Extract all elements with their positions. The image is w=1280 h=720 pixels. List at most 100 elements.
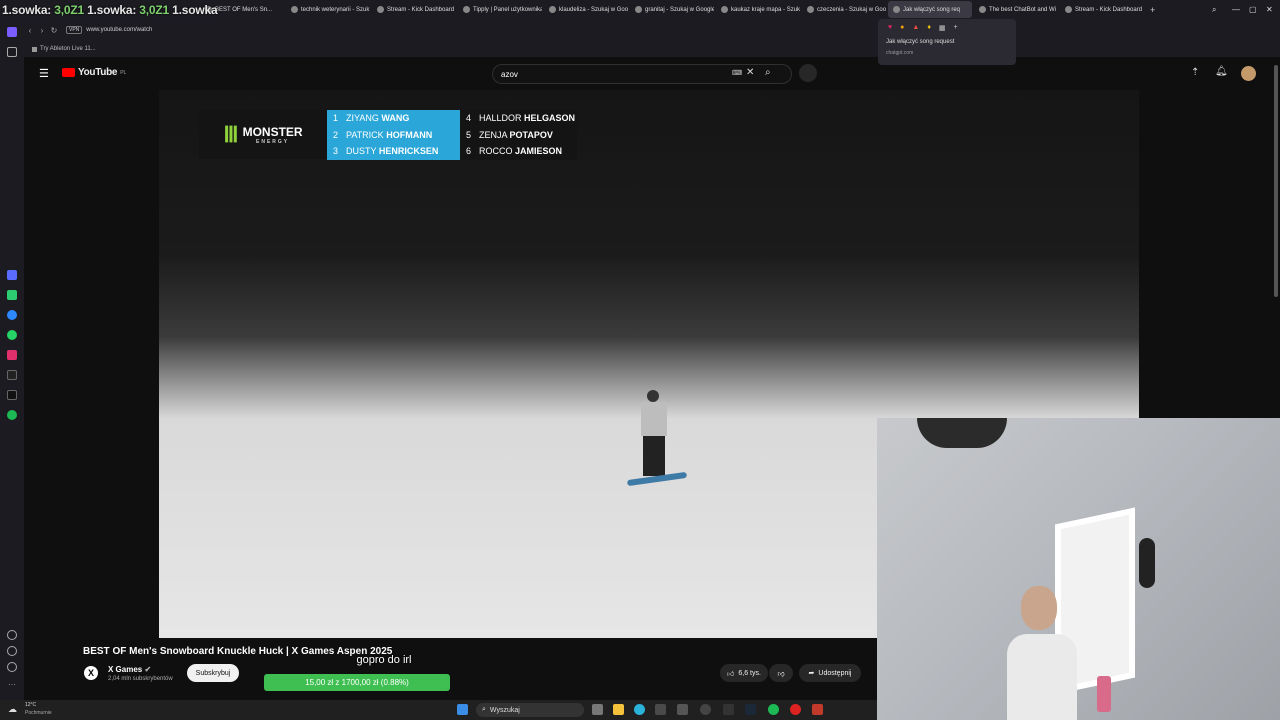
rider-first-name: ZIYANG: [346, 113, 379, 124]
whatsapp-icon[interactable]: [7, 330, 17, 340]
thumbs-down-icon: 👎︎: [777, 670, 785, 678]
close-window-button[interactable]: ✕: [1266, 5, 1273, 14]
rider-first-name: PATRICK: [346, 129, 384, 140]
browser-tab[interactable]: technik weterynarii - Szuk: [286, 1, 370, 18]
taskbar-search[interactable]: ⌕ Wyszukaj: [476, 703, 584, 717]
browser-tab[interactable]: kaukaz kraje mapa - Szuk: [716, 1, 800, 18]
bookmark-item[interactable]: Try Ableton Live 11...: [40, 46, 96, 52]
tab-label: klaudeliza - Szukaj w Goo: [559, 6, 628, 13]
rider-last-name: HELGASON: [524, 113, 576, 124]
app-icon-1[interactable]: [7, 270, 17, 280]
rider-last-name: WANG: [381, 113, 410, 124]
browser-tab[interactable]: The best ChatBot and Wi: [974, 1, 1058, 18]
home-icon[interactable]: [7, 27, 17, 37]
url-field[interactable]: www.youtube.com/watch: [86, 27, 152, 33]
menu-icon[interactable]: ☰: [39, 67, 49, 80]
heart-icon[interactable]: [7, 630, 17, 640]
keyboard-icon[interactable]: ⌨: [732, 69, 742, 77]
new-tab-button[interactable]: +: [1150, 5, 1155, 15]
browser-tab[interactable]: czeczenia - Szukaj w Goo: [802, 1, 886, 18]
popup-domain: chatgpt.com: [886, 50, 914, 56]
weather-icon: ☁: [8, 704, 17, 714]
tab-label: Stream - Kick Dashboard: [1075, 6, 1143, 13]
app-icon-5[interactable]: [700, 704, 711, 715]
share-icon: ➦: [808, 670, 815, 677]
maximize-button[interactable]: ▢: [1249, 5, 1257, 14]
vpn-badge[interactable]: VPN: [66, 26, 83, 34]
add-icon[interactable]: +: [954, 24, 958, 32]
browser-tab[interactable]: Stream - Kick Dashboard: [1060, 1, 1144, 18]
scoreboard-row: 6 ROCCO JAMIESON: [460, 143, 577, 160]
heart-icon[interactable]: ♥: [888, 24, 892, 32]
tiktok-icon[interactable]: [7, 370, 17, 380]
browser-tab[interactable]: granitaj - Szukaj w Google: [630, 1, 714, 18]
instagram-icon[interactable]: [7, 350, 17, 360]
spotify-icon[interactable]: [7, 410, 17, 420]
like-button[interactable]: 👍︎ 6,6 tys.: [720, 664, 768, 682]
search-icon[interactable]: ⌕: [765, 64, 781, 84]
back-icon[interactable]: ‹: [24, 26, 36, 35]
scrollbar[interactable]: [1274, 65, 1278, 297]
channel-name[interactable]: X Games ✔: [108, 665, 151, 674]
opera-icon[interactable]: [790, 704, 801, 715]
minimize-button[interactable]: —: [1232, 5, 1240, 14]
weather-temp[interactable]: 12°C: [25, 702, 36, 708]
settings-icon[interactable]: [7, 662, 17, 672]
monster-claw-icon: Ⅲ: [223, 121, 239, 147]
search-tabs-icon[interactable]: ⌕: [1212, 5, 1216, 15]
more-icon[interactable]: ···: [7, 680, 17, 690]
file-explorer-icon[interactable]: [613, 704, 624, 715]
start-icon[interactable]: [457, 704, 468, 715]
browser-sidebar: ···: [0, 19, 24, 700]
monster-energy-logo: Ⅲ MONSTER ENERGY: [199, 110, 327, 159]
fire-icon[interactable]: ●: [900, 24, 904, 32]
rank-number: 4: [466, 113, 472, 124]
forward-icon[interactable]: ›: [36, 26, 48, 35]
browser-tab[interactable]: Jak włączyć song req: [888, 1, 972, 18]
app-icon-4[interactable]: [677, 704, 688, 715]
windows-taskbar: ☁ 12°C Pochmurnie ⌕ Wyszukaj: [0, 700, 877, 720]
scoreboard-left-column: 1 ZIYANG WANG 2 PATRICK HOFMANN 3 DUSTY HENRI…: [327, 110, 457, 160]
app-icon-3[interactable]: [655, 704, 666, 715]
subscribe-button[interactable]: Subskrybuj: [187, 664, 239, 682]
can: [1097, 676, 1111, 712]
alert-icon[interactable]: ▲: [912, 24, 919, 32]
video-title: BEST OF Men's Snowboard Knuckle Huck | X…: [83, 646, 393, 657]
upload-icon[interactable]: ⇡: [1191, 67, 1199, 78]
clear-search-icon[interactable]: ✕: [746, 67, 754, 78]
verified-icon: ✔: [144, 665, 152, 674]
browser-tab[interactable]: klaudeliza - Szukaj w Goo: [544, 1, 628, 18]
tab-favicon-icon: [721, 6, 728, 13]
subscriber-count: 2,04 mln subskrybentów: [108, 676, 173, 682]
bulb-icon[interactable]: ♦: [927, 24, 931, 32]
microphone-icon[interactable]: [799, 64, 817, 82]
history-icon[interactable]: [7, 646, 17, 656]
youtube-logo[interactable]: YouTube PL: [62, 67, 126, 78]
app-icon-6[interactable]: [723, 704, 734, 715]
rider-last-name: JAMIESON: [515, 146, 563, 157]
tab-favicon-icon: [377, 6, 384, 13]
steam-icon[interactable]: [745, 704, 756, 715]
browser-tab[interactable]: Stream - Kick Dashboard: [372, 1, 456, 18]
task-view-icon[interactable]: [592, 704, 603, 715]
tab-preview-popup[interactable]: ♥ ● ▲ ♦ ▦ + Jak włączyć song request cha…: [878, 19, 1016, 65]
youtube-header: ☰ YouTube PL azov ⌨ ✕ ⌕ ⇡ 🔔︎: [24, 57, 1280, 90]
app-icon-7[interactable]: [812, 704, 823, 715]
grid-icon[interactable]: ▦: [939, 24, 946, 32]
tab-favicon-icon: [291, 6, 298, 13]
app-icon-2[interactable]: [7, 290, 17, 300]
dislike-button[interactable]: 👎︎: [769, 664, 793, 682]
x-icon[interactable]: [7, 390, 17, 400]
scoreboard: Ⅲ MONSTER ENERGY 1 ZIYANG WANG 2 PATRICK HO…: [199, 110, 577, 160]
channel-avatar[interactable]: X: [84, 666, 98, 680]
spotify-taskbar-icon[interactable]: [768, 704, 779, 715]
star-icon[interactable]: [7, 47, 17, 57]
avatar[interactable]: [1241, 66, 1256, 81]
tab-favicon-icon: [893, 6, 900, 13]
share-button[interactable]: ➦ Udostępnij: [799, 664, 861, 682]
browser-tab[interactable]: Tipply | Panel użytkownika: [458, 1, 542, 18]
edge-icon[interactable]: [634, 704, 645, 715]
messenger-icon[interactable]: [7, 310, 17, 320]
notifications-icon[interactable]: 🔔︎: [1215, 66, 1228, 77]
reload-icon[interactable]: ↻: [48, 26, 60, 35]
